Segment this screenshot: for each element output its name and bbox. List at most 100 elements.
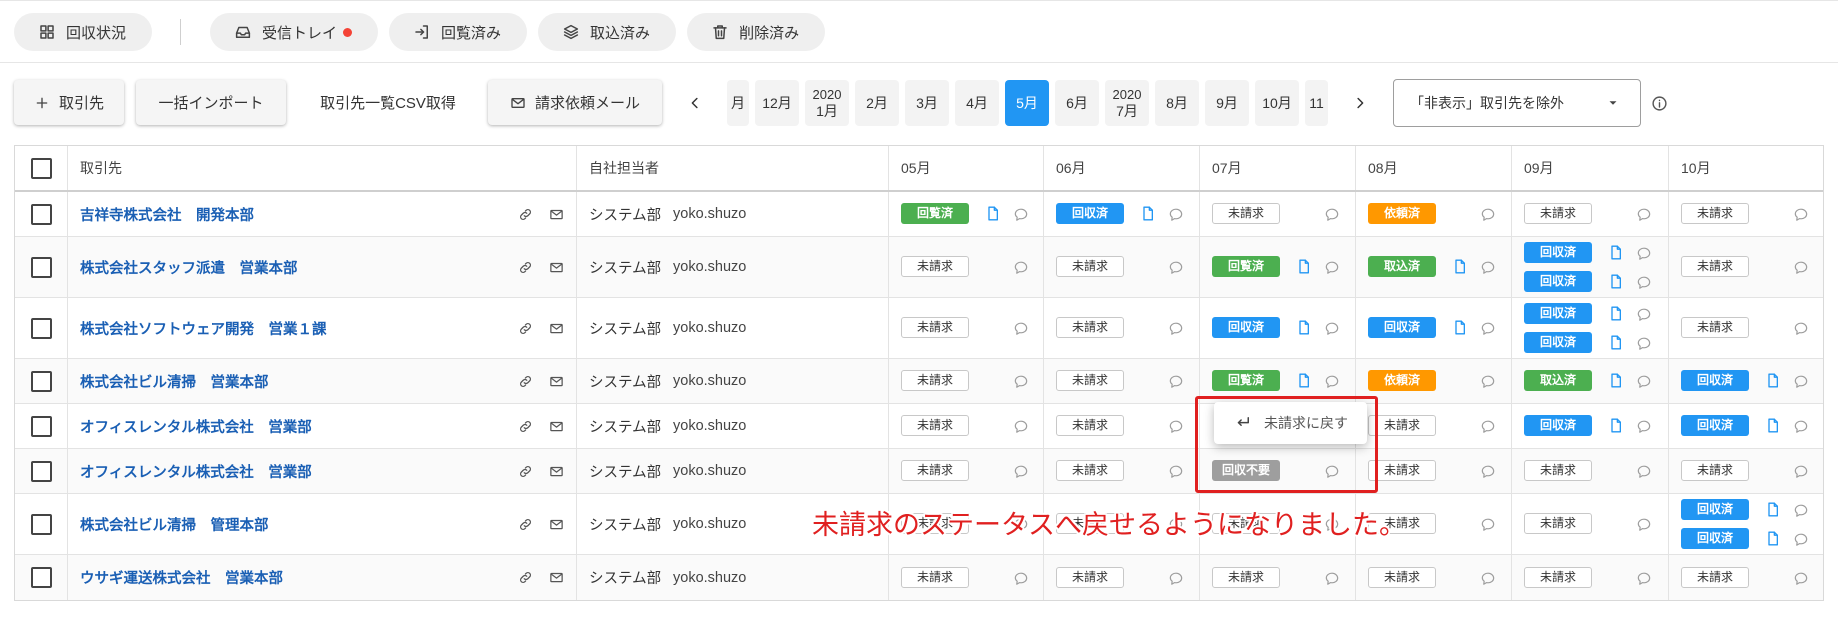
status-badge[interactable]: 未請求	[901, 256, 969, 277]
document-icon[interactable]	[1296, 257, 1312, 276]
comment-icon[interactable]	[1479, 570, 1497, 587]
link-icon[interactable]	[518, 570, 533, 585]
status-badge[interactable]: 未請求	[1056, 370, 1124, 391]
partner-name-link[interactable]: 株式会社ビル清掃 管理本部	[80, 514, 269, 535]
status-badge[interactable]: 回収済	[1212, 317, 1280, 338]
month-button[interactable]: 11	[1305, 80, 1328, 126]
comment-icon[interactable]	[1012, 418, 1030, 435]
status-badge[interactable]: 未請求	[1056, 415, 1124, 436]
month-button[interactable]: 3月	[905, 80, 949, 126]
comment-icon[interactable]	[1479, 463, 1497, 480]
mail-icon[interactable]	[549, 517, 564, 532]
comment-icon[interactable]	[1323, 373, 1341, 390]
tab-circulated[interactable]: 回覧済み	[389, 13, 528, 51]
comment-icon[interactable]	[1012, 373, 1030, 390]
comment-icon[interactable]	[1167, 259, 1185, 276]
status-badge[interactable]: 未請求	[901, 317, 969, 338]
comment-icon[interactable]	[1792, 531, 1810, 548]
month-button[interactable]: 9月	[1205, 80, 1249, 126]
status-badge[interactable]: 回収済	[1681, 498, 1749, 520]
status-badge[interactable]: 未請求	[1056, 460, 1124, 481]
mail-icon[interactable]	[549, 321, 564, 336]
comment-icon[interactable]	[1167, 320, 1185, 337]
tab-deleted[interactable]: 削除済み	[687, 13, 826, 51]
document-icon[interactable]	[1452, 257, 1468, 276]
comment-icon[interactable]	[1635, 206, 1653, 223]
select-all-checkbox[interactable]	[30, 157, 52, 179]
month-button[interactable]: 2020 1月	[805, 80, 849, 126]
comment-icon[interactable]	[1792, 570, 1810, 587]
status-badge[interactable]: 未請求	[901, 460, 969, 481]
comment-icon[interactable]	[1012, 320, 1030, 337]
comment-icon[interactable]	[1012, 463, 1030, 480]
comment-icon[interactable]	[1167, 373, 1185, 390]
link-icon[interactable]	[518, 517, 533, 532]
status-badge[interactable]: 未請求	[1524, 566, 1592, 588]
status-badge[interactable]: 未請求	[1056, 566, 1124, 588]
status-badge[interactable]: 回収済	[1524, 241, 1592, 263]
link-icon[interactable]	[518, 260, 533, 275]
comment-icon[interactable]	[1635, 570, 1653, 587]
document-icon[interactable]	[1608, 304, 1624, 323]
comment-icon[interactable]	[1323, 259, 1341, 276]
comment-icon[interactable]	[1479, 418, 1497, 435]
status-badge[interactable]: 依頼済	[1368, 203, 1436, 224]
document-icon[interactable]	[1608, 243, 1624, 262]
comment-icon[interactable]	[1792, 463, 1810, 480]
document-icon[interactable]	[1765, 371, 1781, 390]
comment-icon[interactable]	[1792, 206, 1810, 223]
month-button[interactable]: 2月	[855, 80, 899, 126]
link-icon[interactable]	[518, 374, 533, 389]
row-checkbox[interactable]	[30, 415, 52, 437]
status-badge[interactable]: 未請求	[1524, 460, 1592, 481]
month-prev-button[interactable]	[685, 93, 705, 113]
partner-visibility-filter[interactable]: 「非表示」取引先を除外	[1393, 79, 1641, 127]
tab-imported[interactable]: 取込済み	[538, 13, 677, 51]
comment-icon[interactable]	[1635, 463, 1653, 480]
status-badge[interactable]: 回覧済	[1212, 370, 1280, 391]
comment-icon[interactable]	[1167, 463, 1185, 480]
link-icon[interactable]	[518, 419, 533, 434]
comment-icon[interactable]	[1792, 502, 1810, 519]
comment-icon[interactable]	[1635, 373, 1653, 390]
bulk-import-button[interactable]: 一括インポート	[136, 80, 286, 125]
status-badge[interactable]: 回収済	[1681, 527, 1749, 549]
comment-icon[interactable]	[1479, 516, 1497, 533]
link-icon[interactable]	[518, 464, 533, 479]
status-badge[interactable]: 未請求	[901, 370, 969, 391]
comment-icon[interactable]	[1012, 259, 1030, 276]
status-badge[interactable]: 未請求	[1681, 256, 1749, 277]
comment-icon[interactable]	[1323, 206, 1341, 223]
status-badge[interactable]: 未請求	[1368, 460, 1436, 481]
status-badge[interactable]: 取込済	[1524, 370, 1592, 391]
status-badge[interactable]: 回覧済	[901, 203, 969, 224]
status-badge[interactable]: 未請求	[1681, 460, 1749, 481]
status-badge[interactable]: 回収済	[1681, 415, 1749, 436]
comment-icon[interactable]	[1792, 373, 1810, 390]
status-badge[interactable]: 未請求	[1212, 566, 1280, 588]
row-checkbox[interactable]	[30, 256, 52, 278]
csv-export-button[interactable]: 取引先一覧CSV取得	[306, 80, 470, 125]
partner-name-link[interactable]: ウサギ運送株式会社 営業本部	[80, 567, 283, 588]
comment-icon[interactable]	[1479, 259, 1497, 276]
month-button[interactable]: 6月	[1055, 80, 1099, 126]
document-icon[interactable]	[985, 204, 1001, 223]
status-badge[interactable]: 未請求	[901, 566, 969, 588]
comment-icon[interactable]	[1792, 259, 1810, 276]
comment-icon[interactable]	[1012, 570, 1030, 587]
document-icon[interactable]	[1765, 416, 1781, 435]
month-next-button[interactable]	[1350, 93, 1370, 113]
link-icon[interactable]	[518, 321, 533, 336]
partner-name-link[interactable]: 株式会社スタッフ派遣 営業本部	[80, 257, 298, 278]
mail-icon[interactable]	[549, 464, 564, 479]
row-checkbox[interactable]	[30, 203, 52, 225]
status-badge[interactable]: 回収済	[1524, 331, 1592, 353]
status-badge[interactable]: 取込済	[1368, 256, 1436, 277]
comment-icon[interactable]	[1635, 335, 1653, 352]
comment-icon[interactable]	[1792, 418, 1810, 435]
month-button[interactable]: 4月	[955, 80, 999, 126]
status-badge[interactable]: 未請求	[1681, 203, 1749, 224]
document-icon[interactable]	[1296, 318, 1312, 337]
add-partner-button[interactable]: 取引先	[14, 80, 124, 125]
comment-icon[interactable]	[1012, 206, 1030, 223]
